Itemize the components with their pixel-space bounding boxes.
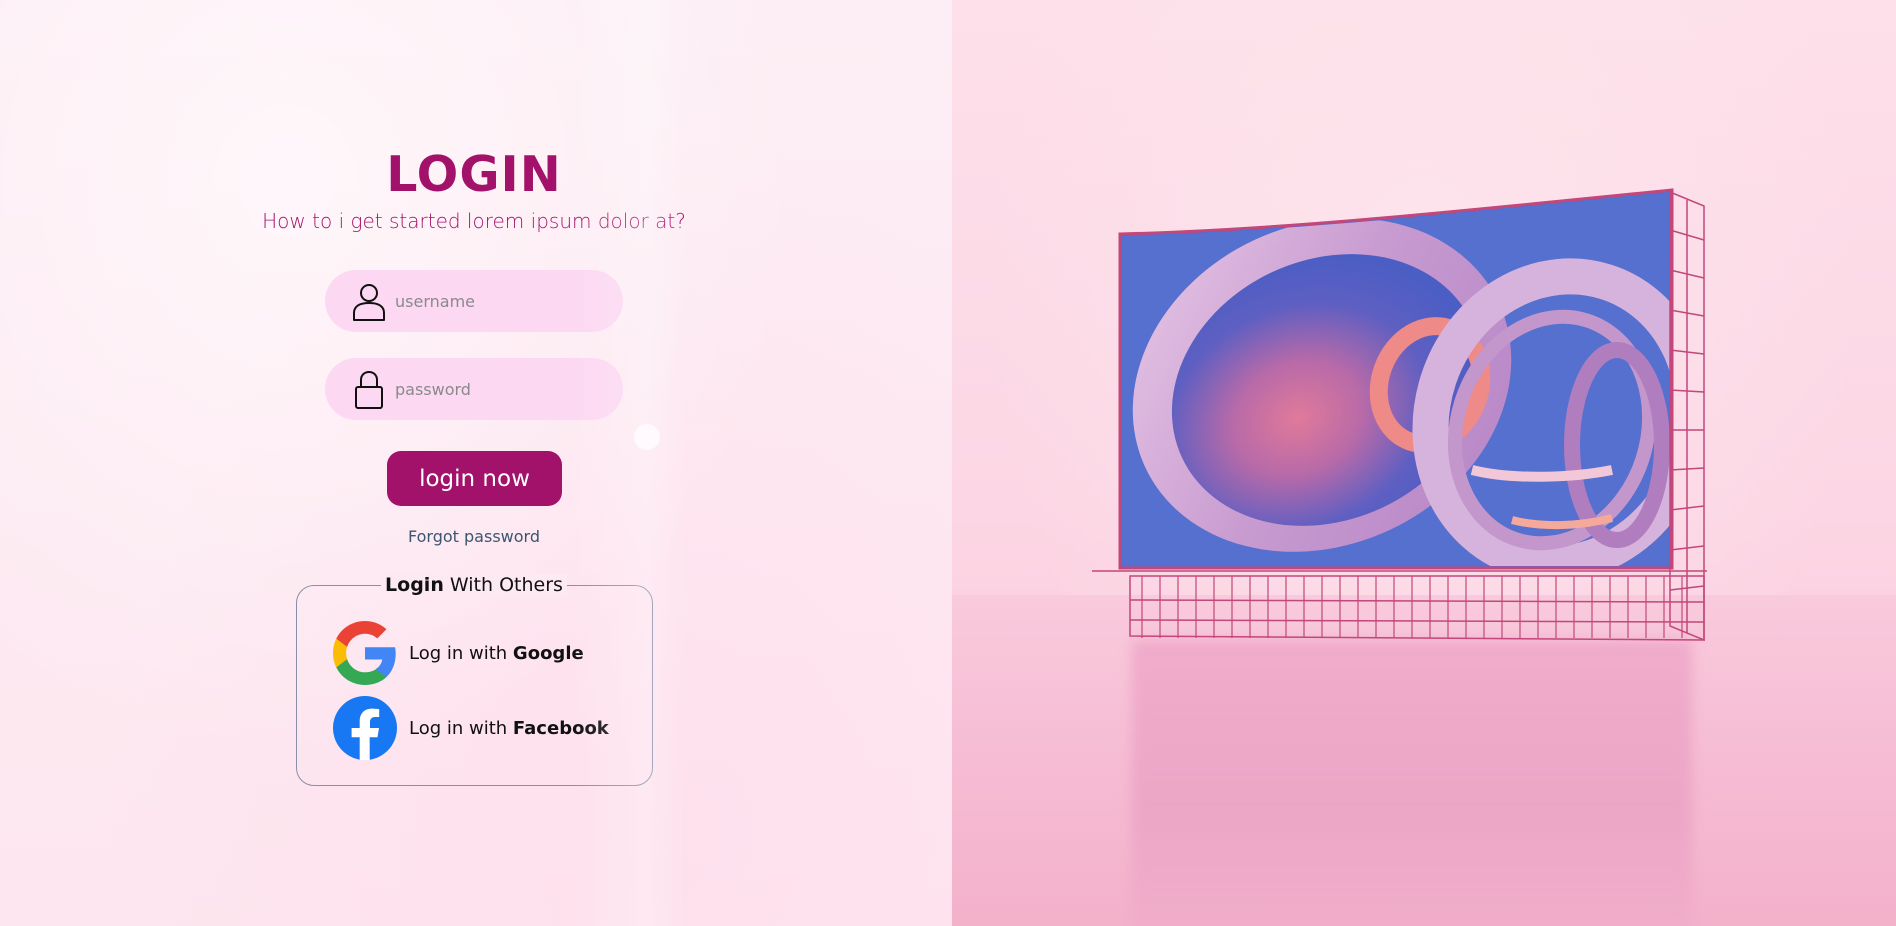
google-logo-icon bbox=[333, 621, 397, 685]
facebook-label: Log in with Facebook bbox=[409, 717, 609, 739]
hero-illustration-panel bbox=[952, 0, 1896, 926]
login-now-button[interactable]: login now bbox=[387, 451, 562, 506]
legend-bold: Login bbox=[385, 574, 444, 596]
username-field bbox=[325, 270, 623, 332]
forgot-password-link[interactable]: Forgot password bbox=[408, 527, 540, 546]
password-field bbox=[325, 358, 623, 420]
user-icon bbox=[351, 282, 387, 322]
google-label: Log in with Google bbox=[409, 642, 584, 664]
facebook-logo-icon bbox=[333, 696, 397, 761]
billboard-illustration bbox=[1092, 188, 1707, 642]
login-with-others-legend: Login With Others bbox=[0, 573, 948, 597]
lock-icon bbox=[351, 370, 387, 410]
legend-rest: With Others bbox=[443, 574, 563, 596]
forgot-password-row: Forgot password bbox=[0, 527, 948, 546]
login-panel: LOGIN How to i get started lorem ipsum d… bbox=[0, 0, 952, 926]
decorative-dot bbox=[634, 424, 660, 450]
lattice-tower bbox=[1669, 190, 1705, 642]
billboard-artwork bbox=[1122, 192, 1670, 566]
login-page: LOGIN How to i get started lorem ipsum d… bbox=[0, 0, 1896, 926]
password-input[interactable] bbox=[395, 358, 605, 420]
username-input[interactable] bbox=[395, 270, 605, 332]
page-subtitle: How to i get started lorem ipsum dolor a… bbox=[262, 209, 686, 233]
login-with-google-button[interactable]: Log in with Google bbox=[333, 621, 633, 685]
page-title: LOGIN bbox=[386, 146, 562, 203]
login-with-facebook-button[interactable]: Log in with Facebook bbox=[333, 696, 633, 761]
lattice-base bbox=[1092, 570, 1707, 641]
lattice-columns bbox=[1141, 576, 1683, 638]
